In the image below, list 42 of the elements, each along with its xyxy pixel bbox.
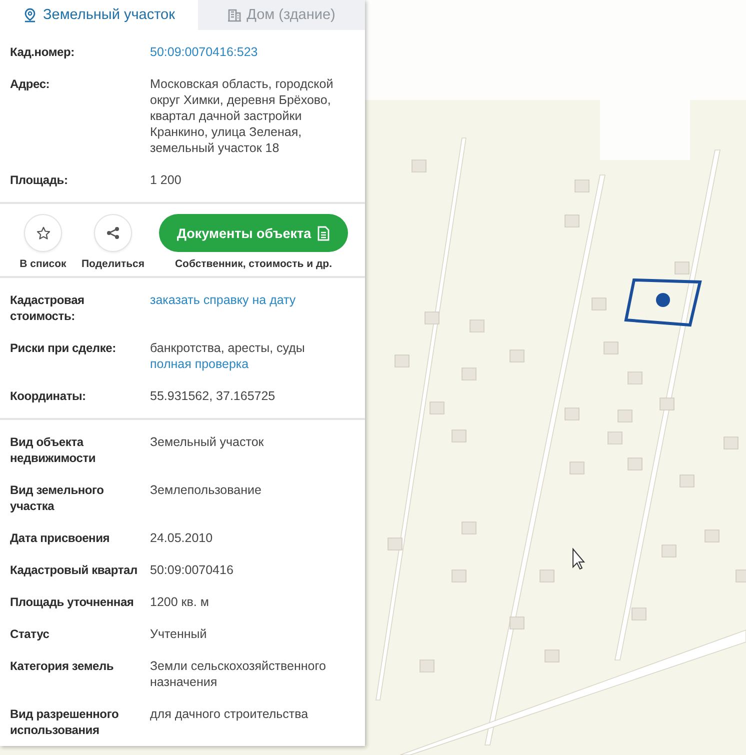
share-button[interactable] bbox=[94, 214, 132, 252]
star-icon bbox=[36, 226, 50, 240]
button-caption: Собственник, стоимость и др. bbox=[174, 258, 332, 270]
field-value: Земли сельскохозяйственного назначения bbox=[150, 658, 327, 690]
field-value: 50:09:0070416 bbox=[150, 562, 234, 578]
link[interactable]: заказать справку на дату bbox=[150, 292, 296, 308]
field-label: Площадь: bbox=[10, 172, 69, 188]
field-value: Земельный участок bbox=[150, 434, 264, 450]
share-icon bbox=[106, 226, 120, 240]
field-label: Координаты: bbox=[10, 388, 87, 404]
field-label: Статус bbox=[10, 626, 50, 642]
field-label: Риски при сделке: bbox=[10, 340, 117, 357]
field-value: 1200 кв. м bbox=[150, 594, 209, 610]
field-value: Московская область, городской округ Химки, деревня Брёхово, квартал дачной застройки Кранкино, улица Зеленая, земельный участок 18 bbox=[150, 76, 334, 156]
field-value: банкротства, аресты, суды bbox=[150, 340, 305, 356]
location-pin-icon bbox=[23, 8, 38, 22]
field-label: Кадастровый квартал bbox=[10, 562, 138, 578]
field-label: Категория земель bbox=[10, 658, 115, 675]
field-value: 1 200 bbox=[150, 172, 182, 188]
button-caption: В список bbox=[20, 258, 66, 270]
field-label: Вид объекта недвижимости bbox=[10, 434, 97, 466]
favorite-button[interactable] bbox=[24, 214, 62, 252]
field-value: Учтенный bbox=[150, 626, 207, 642]
field-value: 24.05.2010 bbox=[150, 530, 213, 546]
field-value: 55.931562, 37.165725 bbox=[150, 388, 276, 404]
button-caption: Поделиться bbox=[82, 258, 145, 270]
field-label: Кад.номер: bbox=[10, 44, 76, 60]
link[interactable]: полная проверка bbox=[150, 356, 249, 372]
field-label: Вид земельного участка bbox=[10, 482, 105, 514]
field-label: Дата присвоения bbox=[10, 530, 111, 546]
field-value: Землепользование bbox=[150, 482, 262, 498]
link[interactable]: 50:09:0070416:523 bbox=[150, 44, 258, 60]
field-label: Кадастровая стоимость: bbox=[10, 292, 86, 324]
tab[interactable]: Земельный участок bbox=[0, 0, 198, 30]
document-icon bbox=[317, 226, 330, 240]
building-icon bbox=[228, 8, 241, 22]
field-label: Адрес: bbox=[10, 76, 51, 93]
tab[interactable]: Дом (здание) bbox=[198, 0, 365, 30]
field-label: Площадь уточненная bbox=[10, 594, 135, 610]
field-value: для дачного строительства bbox=[150, 706, 308, 722]
documents-button[interactable]: Документы объекта bbox=[158, 214, 348, 252]
field-label: Вид разрешенного использования bbox=[10, 706, 120, 738]
